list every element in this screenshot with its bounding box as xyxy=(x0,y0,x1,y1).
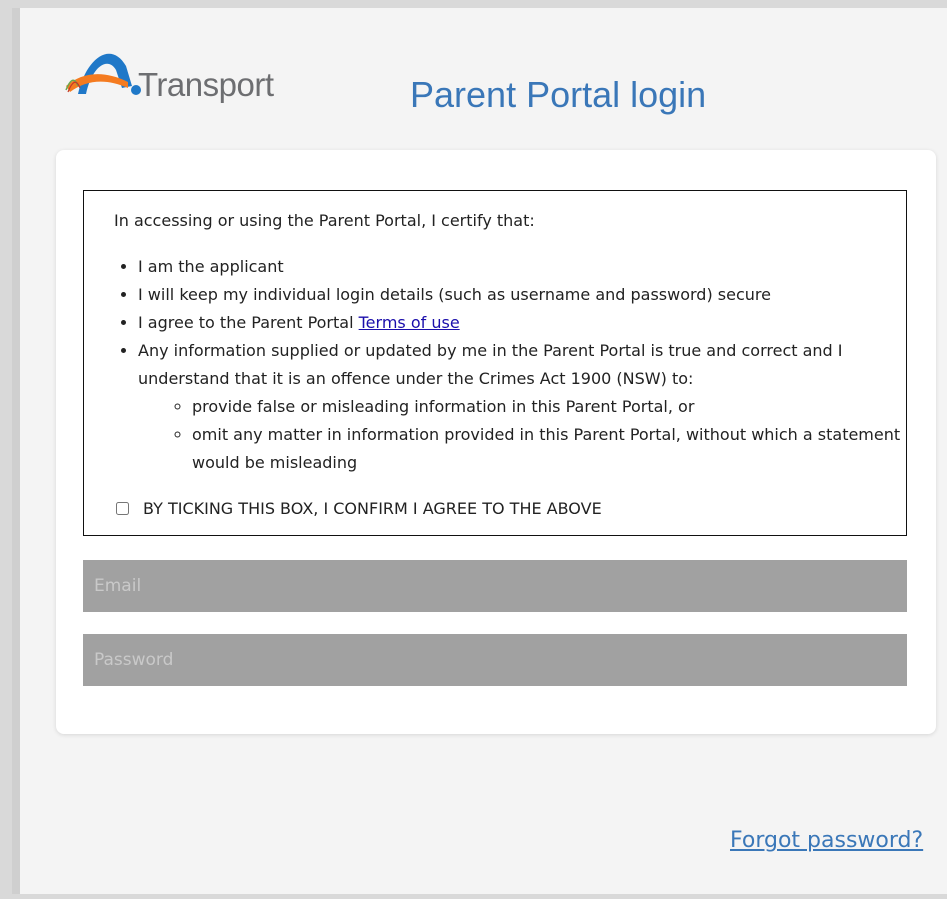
login-card: In accessing or using the Parent Portal,… xyxy=(56,150,936,734)
list-item: I agree to the Parent Portal Terms of us… xyxy=(138,309,938,337)
terms-item-text: I will keep my individual login details … xyxy=(138,285,771,304)
agree-row[interactable]: BY TICKING THIS BOX, I CONFIRM I AGREE T… xyxy=(116,499,602,518)
page-title: Parent Portal login xyxy=(410,74,707,115)
password-field[interactable] xyxy=(83,634,907,686)
list-item: I am the applicant xyxy=(138,253,938,281)
terms-list: I am the applicant I will keep my indivi… xyxy=(100,253,938,477)
list-item: I will keep my individual login details … xyxy=(138,281,938,309)
list-item: omit any matter in information provided … xyxy=(192,421,938,477)
terms-subitem-text: provide false or misleading information … xyxy=(192,397,695,416)
terms-of-use-link[interactable]: Terms of use xyxy=(359,313,460,332)
terms-item-text: I agree to the Parent Portal xyxy=(138,313,359,332)
terms-intro: In accessing or using the Parent Portal,… xyxy=(114,211,535,230)
email-field[interactable] xyxy=(83,560,907,612)
terms-subitem-text: omit any matter in information provided … xyxy=(192,425,901,472)
terms-item-text: Any information supplied or updated by m… xyxy=(138,341,843,388)
agree-label: BY TICKING THIS BOX, I CONFIRM I AGREE T… xyxy=(143,499,602,518)
list-item: provide false or misleading information … xyxy=(192,393,938,421)
terms-item-text: I am the applicant xyxy=(138,257,284,276)
logo-text: Transport xyxy=(138,66,274,103)
list-item: Any information supplied or updated by m… xyxy=(138,337,938,477)
transport-logo: Transport xyxy=(56,36,296,106)
forgot-password-link[interactable]: Forgot password? xyxy=(730,828,923,853)
terms-sublist: provide false or misleading information … xyxy=(138,393,938,477)
page-frame: Transport Parent Portal login In accessi… xyxy=(12,8,947,894)
agree-checkbox[interactable] xyxy=(116,502,129,515)
transport-logo-icon xyxy=(65,53,141,95)
terms-box: In accessing or using the Parent Portal,… xyxy=(83,190,907,536)
